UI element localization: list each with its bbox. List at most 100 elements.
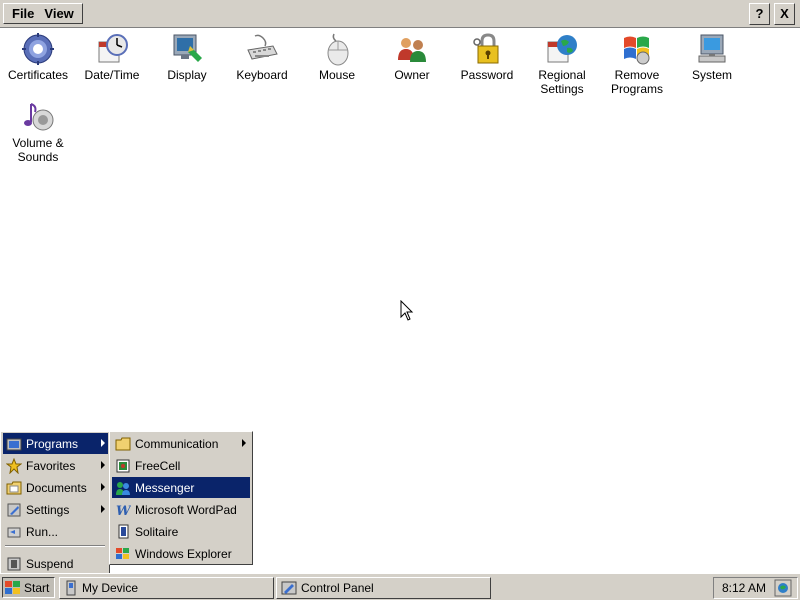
task-label: Control Panel [301,581,374,595]
menu-group: File View [3,3,83,24]
documents-folder-icon [6,481,22,494]
task-label: My Device [82,581,139,595]
system-item[interactable]: System [675,30,749,82]
wordpad-icon: W [116,504,131,518]
submenu-wordpad[interactable]: W Microsoft WordPad [112,499,250,520]
submenu-arrow-icon [101,505,105,513]
start-menu-label: Documents [26,480,87,495]
icon-label: Keyboard [236,68,288,82]
clock[interactable]: 8:12 AM [714,581,774,595]
system-icon [698,34,726,63]
icon-label-line2: Sounds [17,150,59,164]
menu-view[interactable]: View [39,6,78,21]
submenu-label: Microsoft WordPad [135,502,237,517]
icon-label-line2: Programs [610,82,663,96]
certificates-item[interactable]: Certificates [1,30,75,82]
submenu-label: FreeCell [135,458,181,473]
start-menu-label: Suspend [26,556,74,571]
regional-settings-icon [547,35,577,63]
submenu-label: Messenger [135,480,195,495]
run-icon [7,527,21,537]
submenu-communication[interactable]: Communication [112,433,250,454]
folder-icon [115,437,131,450]
keyboard-icon [247,34,278,60]
certificates-icon [22,33,54,65]
icon-label: Regional Settings [525,68,599,96]
remove-programs-item[interactable]: Remove Programs [600,30,674,96]
date-time-icon [98,34,128,63]
desktop-toggle-icon[interactable] [774,579,792,597]
start-menu-label: Favorites [26,458,76,473]
suspend-icon [7,557,21,570]
windows-explorer-icon [116,547,129,559]
task-control-panel[interactable]: Control Panel [276,577,491,599]
menu-file[interactable]: File [7,6,39,21]
icon-label: Date/Time [84,68,140,82]
start-menu-settings[interactable]: Settings [3,499,108,520]
start-menu-programs[interactable]: Programs [3,433,108,454]
windows-logo-icon [5,580,20,594]
icon-label-line1: Regional [538,68,586,82]
password-item[interactable]: Password [450,30,524,82]
submenu-label: Windows Explorer [135,546,232,561]
start-menu-separator [5,545,105,547]
display-item[interactable]: Display [150,30,224,82]
remove-programs-icon [624,36,650,65]
icon-label: Mouse [318,68,356,82]
keyboard-item[interactable]: Keyboard [225,30,299,82]
start-label: Start [24,580,50,595]
submenu-arrow-icon [242,439,246,447]
mouse-icon [327,33,349,66]
start-button[interactable]: Start [2,577,55,598]
start-menu-label: Programs [26,436,79,451]
solitaire-icon [118,524,129,538]
start-menu-documents[interactable]: Documents [3,477,108,498]
icon-label: Volume & Sounds [1,136,75,164]
submenu-solitaire[interactable]: Solitaire [112,521,250,542]
task-my-device[interactable]: My Device [59,577,274,599]
icon-label: System [691,68,732,82]
icon-label: Password [460,68,514,82]
start-menu: Programs Favorites Documents Settings Ru… [0,431,110,574]
icon-label-line2: Settings [540,82,584,96]
system-tray: 8:12 AM [713,577,798,599]
icon-label: Display [167,68,207,82]
settings-icon [7,503,21,516]
taskbar: Start My Device Control Panel 8:12 AM [0,573,800,600]
icon-label-line1: Volume & [12,136,64,150]
date-time-item[interactable]: Date/Time [75,30,149,82]
control-panel-icon [281,581,297,595]
start-menu-label: Run... [26,524,59,539]
owner-icon [398,38,426,62]
submenu-arrow-icon [101,439,105,447]
icon-label: Owner [394,68,430,82]
submenu-label: Communication [135,436,219,451]
icon-label-line1: Remove [614,68,660,82]
submenu-freecell[interactable]: FreeCell [112,455,250,476]
mouse-item[interactable]: Mouse [300,30,374,82]
submenu-arrow-icon [101,483,105,491]
owner-item[interactable]: Owner [375,30,449,82]
freecell-icon [116,459,130,472]
display-icon [173,34,202,62]
favorites-star-icon [6,457,22,474]
submenu-messenger[interactable]: Messenger [112,477,250,498]
my-device-icon [66,580,76,596]
icon-label: Remove Programs [600,68,674,96]
messenger-icon [116,481,130,495]
help-button[interactable]: ? [749,3,770,25]
submenu-windows-explorer[interactable]: Windows Explorer [112,543,250,564]
submenu-arrow-icon [101,461,105,469]
start-menu-suspend[interactable]: Suspend [3,553,108,574]
start-menu-run[interactable]: Run... [3,521,108,542]
volume-sounds-icon [24,103,54,131]
password-icon [473,33,499,64]
submenu-label: Solitaire [135,524,179,539]
volume-sounds-item[interactable]: Volume & Sounds [1,98,75,164]
programs-folder-icon [6,438,22,450]
start-menu-label: Settings [26,502,70,517]
regional-settings-item[interactable]: Regional Settings [525,30,599,96]
close-button[interactable]: X [774,3,795,25]
menu-bar: File View ? X [0,0,800,28]
start-menu-favorites[interactable]: Favorites [3,455,108,476]
